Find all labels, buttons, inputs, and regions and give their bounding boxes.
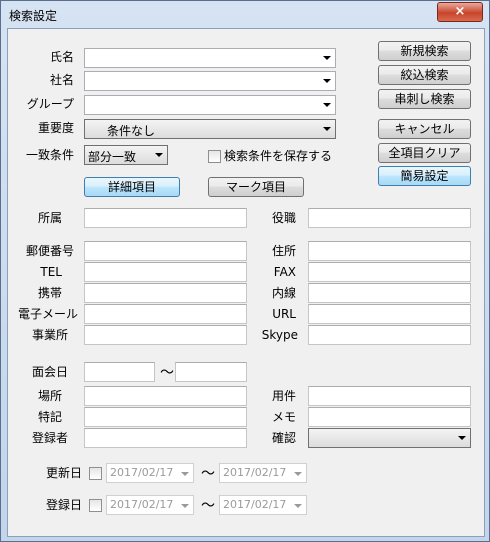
business-input[interactable] [308, 386, 471, 406]
registered-date-from-value: 2017/02/17 [110, 498, 174, 511]
skewer-search-button[interactable]: 串刺し検索 [378, 89, 471, 109]
importance-label: 重要度 [37, 121, 74, 135]
mark-items-button[interactable]: マーク項目 [208, 177, 304, 197]
match-select[interactable]: 部分一致 [84, 145, 168, 165]
mobile-label: 携帯 [37, 286, 62, 300]
registered-date-label: 登録日 [45, 498, 82, 512]
updated-date-from-value: 2017/02/17 [110, 466, 174, 479]
email-input[interactable] [84, 304, 247, 324]
title-bar: 検索設定 × [1, 1, 489, 29]
skype-input[interactable] [308, 325, 471, 345]
search-settings-window: 検索設定 × 氏名 社名 グループ 重要度 条件なし 一致条件 部分一致 検索条… [0, 0, 490, 542]
range-separator: 〜 [160, 365, 174, 381]
zip-input[interactable] [84, 241, 247, 261]
importance-value: 条件なし [107, 124, 156, 138]
fax-label: FAX [273, 265, 296, 279]
position-label: 役職 [271, 211, 296, 225]
extension-label: 内線 [271, 286, 296, 300]
match-label: 一致条件 [25, 148, 74, 162]
company-label: 社名 [49, 73, 74, 87]
chevron-down-icon [323, 79, 331, 83]
zip-label: 郵便番号 [25, 244, 74, 258]
registered-date-to-value: 2017/02/17 [223, 498, 287, 511]
skype-label: Skype [261, 328, 298, 342]
name-combo[interactable] [84, 48, 336, 68]
url-label: URL [272, 307, 296, 321]
match-value: 部分一致 [88, 150, 137, 164]
note-input[interactable] [84, 407, 247, 427]
cancel-button[interactable]: キャンセル [378, 119, 471, 139]
affiliation-input[interactable] [84, 208, 247, 228]
close-icon[interactable]: × [437, 2, 483, 22]
meeting-date-label: 面会日 [31, 365, 68, 379]
meeting-date-from-input[interactable] [84, 362, 155, 382]
group-combo[interactable] [84, 95, 336, 115]
registrant-input[interactable] [84, 428, 247, 448]
importance-select[interactable]: 条件なし [84, 119, 336, 139]
memo-input[interactable] [308, 407, 471, 427]
chevron-down-icon [294, 472, 302, 476]
tel-label: TEL [40, 265, 62, 279]
new-search-button[interactable]: 新規検索 [378, 41, 471, 61]
group-label: グループ [26, 97, 74, 111]
save-conditions-label: 検索条件を保存する [224, 149, 333, 163]
chevron-down-icon [323, 103, 331, 107]
extension-input[interactable] [308, 283, 471, 303]
registered-date-checkbox[interactable] [89, 499, 102, 512]
updated-date-from[interactable]: 2017/02/17 [106, 463, 194, 483]
name-label: 氏名 [49, 50, 74, 64]
confirm-select[interactable] [308, 428, 471, 448]
chevron-down-icon [458, 436, 466, 440]
registrant-label: 登録者 [31, 431, 68, 445]
note-label: 特記 [37, 410, 62, 424]
registered-date-from[interactable]: 2017/02/17 [106, 495, 194, 515]
chevron-down-icon [323, 127, 331, 131]
business-label: 用件 [271, 389, 296, 403]
place-input[interactable] [84, 386, 247, 406]
updated-date-checkbox[interactable] [89, 467, 102, 480]
updated-date-to[interactable]: 2017/02/17 [219, 463, 307, 483]
office-label: 事業所 [31, 328, 68, 342]
confirm-label: 確認 [271, 431, 296, 445]
affiliation-label: 所属 [37, 211, 62, 225]
meeting-date-to-input[interactable] [175, 362, 247, 382]
simple-settings-button[interactable]: 簡易設定 [378, 166, 471, 186]
save-conditions-checkbox[interactable] [208, 150, 221, 163]
registered-date-to[interactable]: 2017/02/17 [219, 495, 307, 515]
chevron-down-icon [323, 56, 331, 60]
chevron-down-icon [181, 472, 189, 476]
range-separator: 〜 [201, 466, 215, 482]
window-title: 検索設定 [9, 9, 58, 23]
fax-input[interactable] [308, 262, 471, 282]
chevron-down-icon [181, 504, 189, 508]
clear-all-button[interactable]: 全項目クリア [378, 143, 471, 163]
detail-items-button[interactable]: 詳細項目 [84, 177, 180, 197]
tel-input[interactable] [84, 262, 247, 282]
url-input[interactable] [308, 304, 471, 324]
chevron-down-icon [294, 504, 302, 508]
dialog-body: 氏名 社名 グループ 重要度 条件なし 一致条件 部分一致 検索条件を保存する … [7, 28, 485, 537]
memo-label: メモ [271, 410, 296, 424]
address-label: 住所 [271, 244, 296, 258]
updated-date-label: 更新日 [45, 466, 82, 480]
company-combo[interactable] [84, 71, 336, 91]
email-label: 電子メール [17, 307, 78, 321]
mobile-input[interactable] [84, 283, 247, 303]
range-separator: 〜 [201, 498, 215, 514]
address-input[interactable] [308, 241, 471, 261]
place-label: 場所 [37, 389, 62, 403]
office-input[interactable] [84, 325, 247, 345]
updated-date-to-value: 2017/02/17 [223, 466, 287, 479]
chevron-down-icon [155, 153, 163, 157]
position-input[interactable] [308, 208, 471, 228]
narrow-search-button[interactable]: 絞込検索 [378, 65, 471, 85]
